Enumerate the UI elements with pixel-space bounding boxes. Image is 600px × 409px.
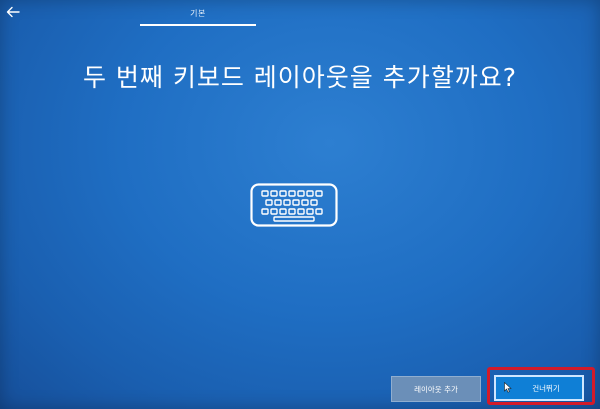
top-bar: 기본 (0, 0, 600, 26)
back-button[interactable] (2, 2, 24, 22)
keyboard-icon (250, 183, 338, 227)
page-title: 두 번째 키보드 레이아웃을 추가할까요? (82, 63, 518, 92)
mouse-pointer-icon (504, 382, 512, 393)
add-layout-button[interactable]: 레이아웃 추가 (391, 376, 481, 402)
tab-active-indicator (140, 24, 256, 26)
skip-button[interactable]: 건너뛰기 (494, 375, 584, 401)
tab-basic-label: 기본 (190, 9, 206, 18)
back-arrow-icon (6, 6, 20, 18)
skip-button-label: 건너뛰기 (532, 383, 560, 393)
tab-basic[interactable]: 기본 (140, 0, 256, 26)
